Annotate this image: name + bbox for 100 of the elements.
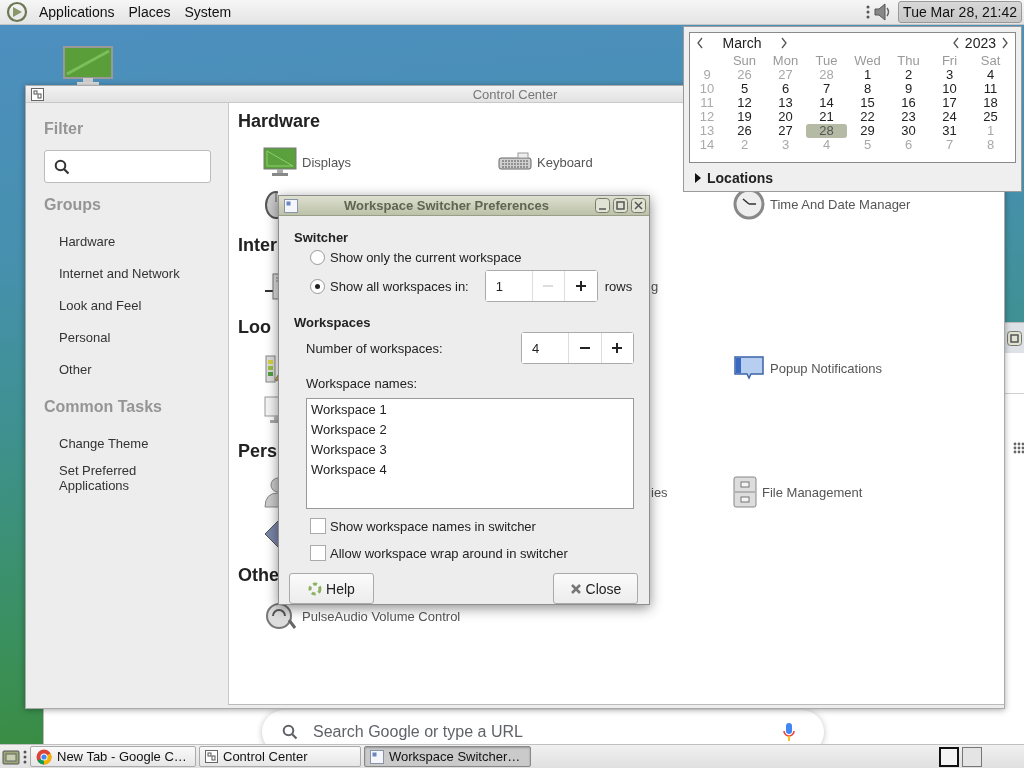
applet-link[interactable]: Displays [302,154,352,170]
person-icon[interactable] [263,476,278,508]
calendar-day[interactable]: 11 [970,82,1011,96]
menu-item[interactable]: System [177,4,239,20]
calendar-day[interactable]: 18 [970,96,1011,110]
maximize-icon[interactable] [613,198,628,213]
locations-expander[interactable]: Locations [707,170,774,186]
applet-link[interactable]: g [651,278,659,294]
spin-field[interactable]: 1 [484,270,598,302]
increment-button[interactable] [600,333,633,363]
calendar-day[interactable]: 1 [847,68,888,82]
list-item[interactable]: Workspace 4 [311,460,633,480]
task-button[interactable]: New Tab - Google C… [30,746,196,767]
list-item[interactable]: Workspace 2 [311,420,633,440]
applet-link[interactable]: Popup Notifications [770,360,882,376]
search-field[interactable]: Search Google or type a URL [262,710,824,744]
monitor-icon[interactable] [263,395,278,425]
grip-icon[interactable] [866,5,871,19]
next-month-icon[interactable] [780,37,788,49]
calendar-day[interactable]: 21 [806,110,847,124]
list-item[interactable]: Workspace 1 [311,400,633,420]
sidebar-link[interactable]: Hardware [59,234,228,249]
calendar-day[interactable]: 31 [929,124,970,138]
calendar-day[interactable]: 28 [806,124,847,138]
calendar-day[interactable]: 5 [724,82,765,96]
number-field[interactable]: 4 [522,333,569,363]
sidebar-link[interactable]: Look and Feel [59,298,228,313]
list-item[interactable]: Workspace 3 [311,440,633,460]
calendar-day[interactable]: 24 [929,110,970,124]
calendar-day[interactable]: 3 [929,68,970,82]
task-button[interactable]: Workspace Switcher… [364,746,531,767]
applet-link[interactable]: Time And Date Manager [770,196,911,212]
applet-link[interactable]: ies [651,484,668,500]
close-button[interactable]: Close [553,573,638,604]
monitor-icon[interactable] [263,147,297,177]
calendar-day[interactable]: 8 [847,82,888,96]
checkbox[interactable] [310,545,326,561]
keyboard-icon[interactable] [498,152,532,172]
calendar-day[interactable]: 7 [806,82,847,96]
search-field[interactable] [44,150,211,183]
calendar-day[interactable]: 10 [929,82,970,96]
calendar-day[interactable]: 20 [765,110,806,124]
close-icon[interactable] [631,198,646,213]
applet-link[interactable]: File Management [762,484,863,500]
play-circle-icon[interactable] [6,1,28,23]
spin-field[interactable]: 4 [521,332,634,364]
color-swatch-icon[interactable] [263,352,278,384]
speech-bubble-icon[interactable] [733,355,765,381]
workspace-thumbnail[interactable] [962,746,982,767]
calendar-day[interactable]: 2 [888,68,929,82]
radio-button[interactable] [310,249,325,265]
calendar-day[interactable]: 4 [970,68,1011,82]
increment-button[interactable] [564,271,597,301]
task-button[interactable]: Control Center [199,746,361,767]
calendar-day[interactable]: 25 [970,110,1011,124]
calendar-day[interactable]: 6 [765,82,806,96]
grip-icon[interactable] [23,749,27,764]
monitor-icon[interactable] [63,46,113,86]
expander-icon[interactable] [694,173,702,183]
previous-year-icon[interactable] [951,37,960,49]
clock-button[interactable]: Tue Mar 28, 21:42 [898,1,1022,23]
calendar-day[interactable]: 16 [888,96,929,110]
mouse-icon[interactable] [263,189,278,219]
sidebar-link[interactable]: Change Theme [59,436,169,451]
workspace-thumbnail[interactable] [939,746,959,767]
checkbox[interactable] [310,518,326,534]
sidebar-link[interactable]: Internet and Network [59,266,228,281]
calendar-day[interactable]: 12 [724,96,765,110]
sidebar-link[interactable]: Other [59,362,228,377]
previous-month-icon[interactable] [696,37,704,49]
calendar-day[interactable]: 27 [765,124,806,138]
sidebar-link[interactable]: Personal [59,330,228,345]
calendar-day[interactable]: 23 [888,110,929,124]
applet-link[interactable]: Keyboard [537,154,593,170]
show-desktop-icon[interactable] [2,747,20,766]
calendar-day[interactable]: 14 [806,96,847,110]
number-field[interactable]: 1 [485,271,533,301]
menu-item[interactable]: Places [121,4,178,20]
calendar-day[interactable]: 9 [888,82,929,96]
close-icon [569,582,582,595]
sidebar-link[interactable]: Set Preferred Applications [59,463,169,493]
calendar-day[interactable]: 15 [847,96,888,110]
apps-grid-icon[interactable] [1013,442,1024,454]
calendar-day[interactable]: 17 [929,96,970,110]
search-input[interactable]: Search Google or type a URL [313,723,768,741]
radio-button[interactable] [310,278,325,294]
maximize-icon[interactable] [1007,330,1022,346]
search-icon [54,158,70,175]
applet-link[interactable]: PulseAudio Volume Control [302,608,461,624]
calendar-day[interactable]: 29 [847,124,888,138]
microphone-icon[interactable] [783,722,795,742]
calendar-day[interactable]: 30 [888,124,929,138]
minimize-icon[interactable] [595,198,610,213]
menu-item[interactable]: Applications [32,4,122,20]
calendar-day[interactable]: 13 [765,96,806,110]
help-button[interactable]: Help [289,573,374,604]
calendar-day[interactable]: 26 [724,124,765,138]
next-year-icon[interactable] [1001,37,1009,49]
calendar-day[interactable]: 19 [724,110,765,124]
calendar-day[interactable]: 22 [847,110,888,124]
